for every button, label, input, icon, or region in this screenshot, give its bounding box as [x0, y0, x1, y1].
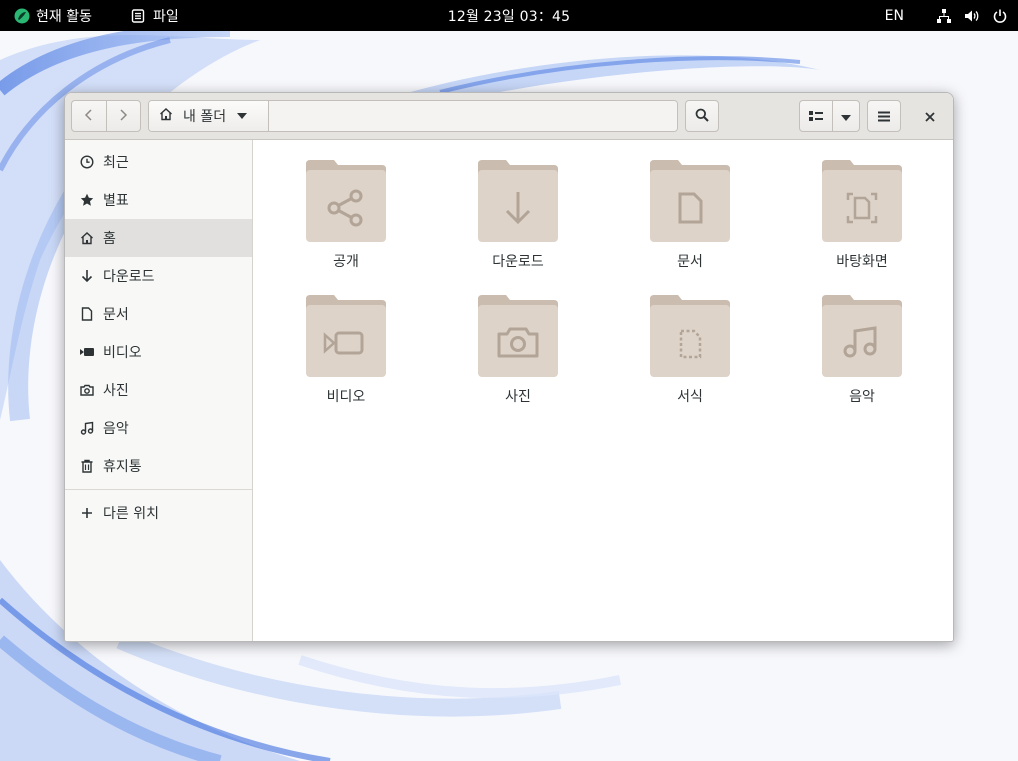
- home-icon: [80, 231, 94, 245]
- folder-music[interactable]: 음악: [797, 295, 927, 415]
- sidebar-item-label: 다운로드: [103, 269, 155, 285]
- music-icon: [80, 421, 94, 435]
- power-icon[interactable]: [992, 8, 1008, 24]
- path-dropdown-icon[interactable]: [236, 108, 248, 124]
- folder-label: 공개: [333, 254, 359, 270]
- back-button[interactable]: [72, 101, 106, 131]
- forward-icon: [117, 107, 129, 126]
- sidebar-item-documents[interactable]: 문서: [65, 295, 252, 333]
- folder-label: 비디오: [326, 389, 366, 405]
- folder-label: 바탕화면: [836, 254, 888, 270]
- sidebar-item-music[interactable]: 음악: [65, 409, 252, 447]
- volume-icon[interactable]: [964, 8, 980, 24]
- share-icon: [306, 160, 386, 242]
- network-icon[interactable]: [936, 8, 952, 24]
- download-icon: [80, 269, 94, 283]
- sidebar-item-label: 문서: [103, 307, 129, 323]
- navigation-button-group: [71, 100, 141, 132]
- sidebar-separator: [65, 489, 252, 490]
- folder-public[interactable]: 공개: [281, 160, 411, 280]
- folder-label: 서식: [677, 389, 703, 405]
- sidebar-item-label: 사진: [103, 383, 129, 399]
- document-icon: [80, 307, 94, 321]
- folder-pictures[interactable]: 사진: [453, 295, 583, 415]
- sidebar-item-label: 휴지통: [103, 459, 142, 475]
- main-menu-button[interactable]: [867, 100, 901, 132]
- top-bar: 현재 활동 파일 12월 23일 03：45 EN: [0, 0, 1018, 31]
- sidebar-item-label: 다른 위치: [103, 506, 159, 522]
- search-button[interactable]: [685, 100, 719, 132]
- folder-documents[interactable]: 문서: [625, 160, 755, 280]
- trash-icon: [80, 459, 94, 473]
- folder-templates[interactable]: 서식: [625, 295, 755, 415]
- search-icon: [695, 107, 709, 126]
- template-icon: [650, 295, 730, 377]
- view-options-icon: [840, 107, 852, 126]
- sidebar-item-label: 음악: [103, 421, 129, 437]
- places-sidebar: 최근 별표 홈 다운로드 문서 비디오 사진 음악 휴지통 다른 위치: [65, 140, 253, 641]
- folder-label: 음악: [849, 389, 875, 405]
- sidebar-item-label: 비디오: [103, 345, 142, 361]
- folder-videos[interactable]: 비디오: [281, 295, 411, 415]
- plus-icon: [80, 506, 94, 520]
- path-bar-empty[interactable]: [269, 101, 677, 131]
- sidebar-item-other-locations[interactable]: 다른 위치: [65, 494, 252, 532]
- desktop-icon: [822, 160, 902, 242]
- files-window: 내 폴더 최근 별표 홈 다운로드 문서 비디오 사진 음악 휴지통 다른 위치…: [64, 92, 954, 642]
- view-button-group: [799, 100, 860, 132]
- document-icon: [650, 160, 730, 242]
- close-window-button[interactable]: [914, 100, 946, 132]
- sidebar-item-downloads[interactable]: 다운로드: [65, 257, 252, 295]
- list-view-icon: [809, 107, 823, 126]
- video-icon: [306, 295, 386, 377]
- camera-icon: [80, 383, 94, 397]
- clock-icon: [80, 155, 94, 169]
- folder-label: 문서: [677, 254, 703, 270]
- path-crumb-home[interactable]: 내 폴더: [149, 101, 269, 131]
- view-options-button[interactable]: [832, 101, 859, 131]
- sidebar-item-label: 별표: [103, 193, 129, 209]
- folder-desktop[interactable]: 바탕화면: [797, 160, 927, 280]
- forward-button[interactable]: [105, 101, 140, 131]
- path-bar: 내 폴더: [148, 100, 678, 132]
- folder-view: 공개 다운로드 문서 바탕화면 비디오 사진 서식 음악: [254, 140, 953, 641]
- sidebar-item-starred[interactable]: 별표: [65, 181, 252, 219]
- sidebar-item-home[interactable]: 홈: [65, 219, 252, 257]
- star-icon: [80, 193, 94, 207]
- folder-label: 사진: [505, 389, 531, 405]
- sidebar-item-label: 최근: [103, 155, 129, 171]
- path-label: 내 폴더: [183, 109, 227, 125]
- folder-label: 다운로드: [492, 254, 544, 270]
- download-icon: [478, 160, 558, 242]
- camera-icon: [478, 295, 558, 377]
- keyboard-language-indicator[interactable]: EN: [885, 8, 904, 24]
- header-bar: 내 폴더: [65, 93, 953, 140]
- sidebar-item-videos[interactable]: 비디오: [65, 333, 252, 371]
- clock[interactable]: 12월 23일 03：45: [0, 0, 1018, 31]
- video-icon: [80, 345, 94, 359]
- home-icon: [159, 107, 173, 125]
- close-icon: [925, 107, 935, 126]
- sidebar-item-trash[interactable]: 휴지통: [65, 447, 252, 485]
- hamburger-menu-icon: [878, 107, 890, 126]
- clock-label: 12월 23일 03：45: [447, 8, 571, 25]
- sidebar-item-label: 홈: [103, 231, 116, 247]
- sidebar-item-recent[interactable]: 최근: [65, 143, 252, 181]
- sidebar-item-pictures[interactable]: 사진: [65, 371, 252, 409]
- back-icon: [83, 107, 95, 126]
- folder-downloads[interactable]: 다운로드: [453, 160, 583, 280]
- list-view-button[interactable]: [800, 101, 832, 131]
- music-icon: [822, 295, 902, 377]
